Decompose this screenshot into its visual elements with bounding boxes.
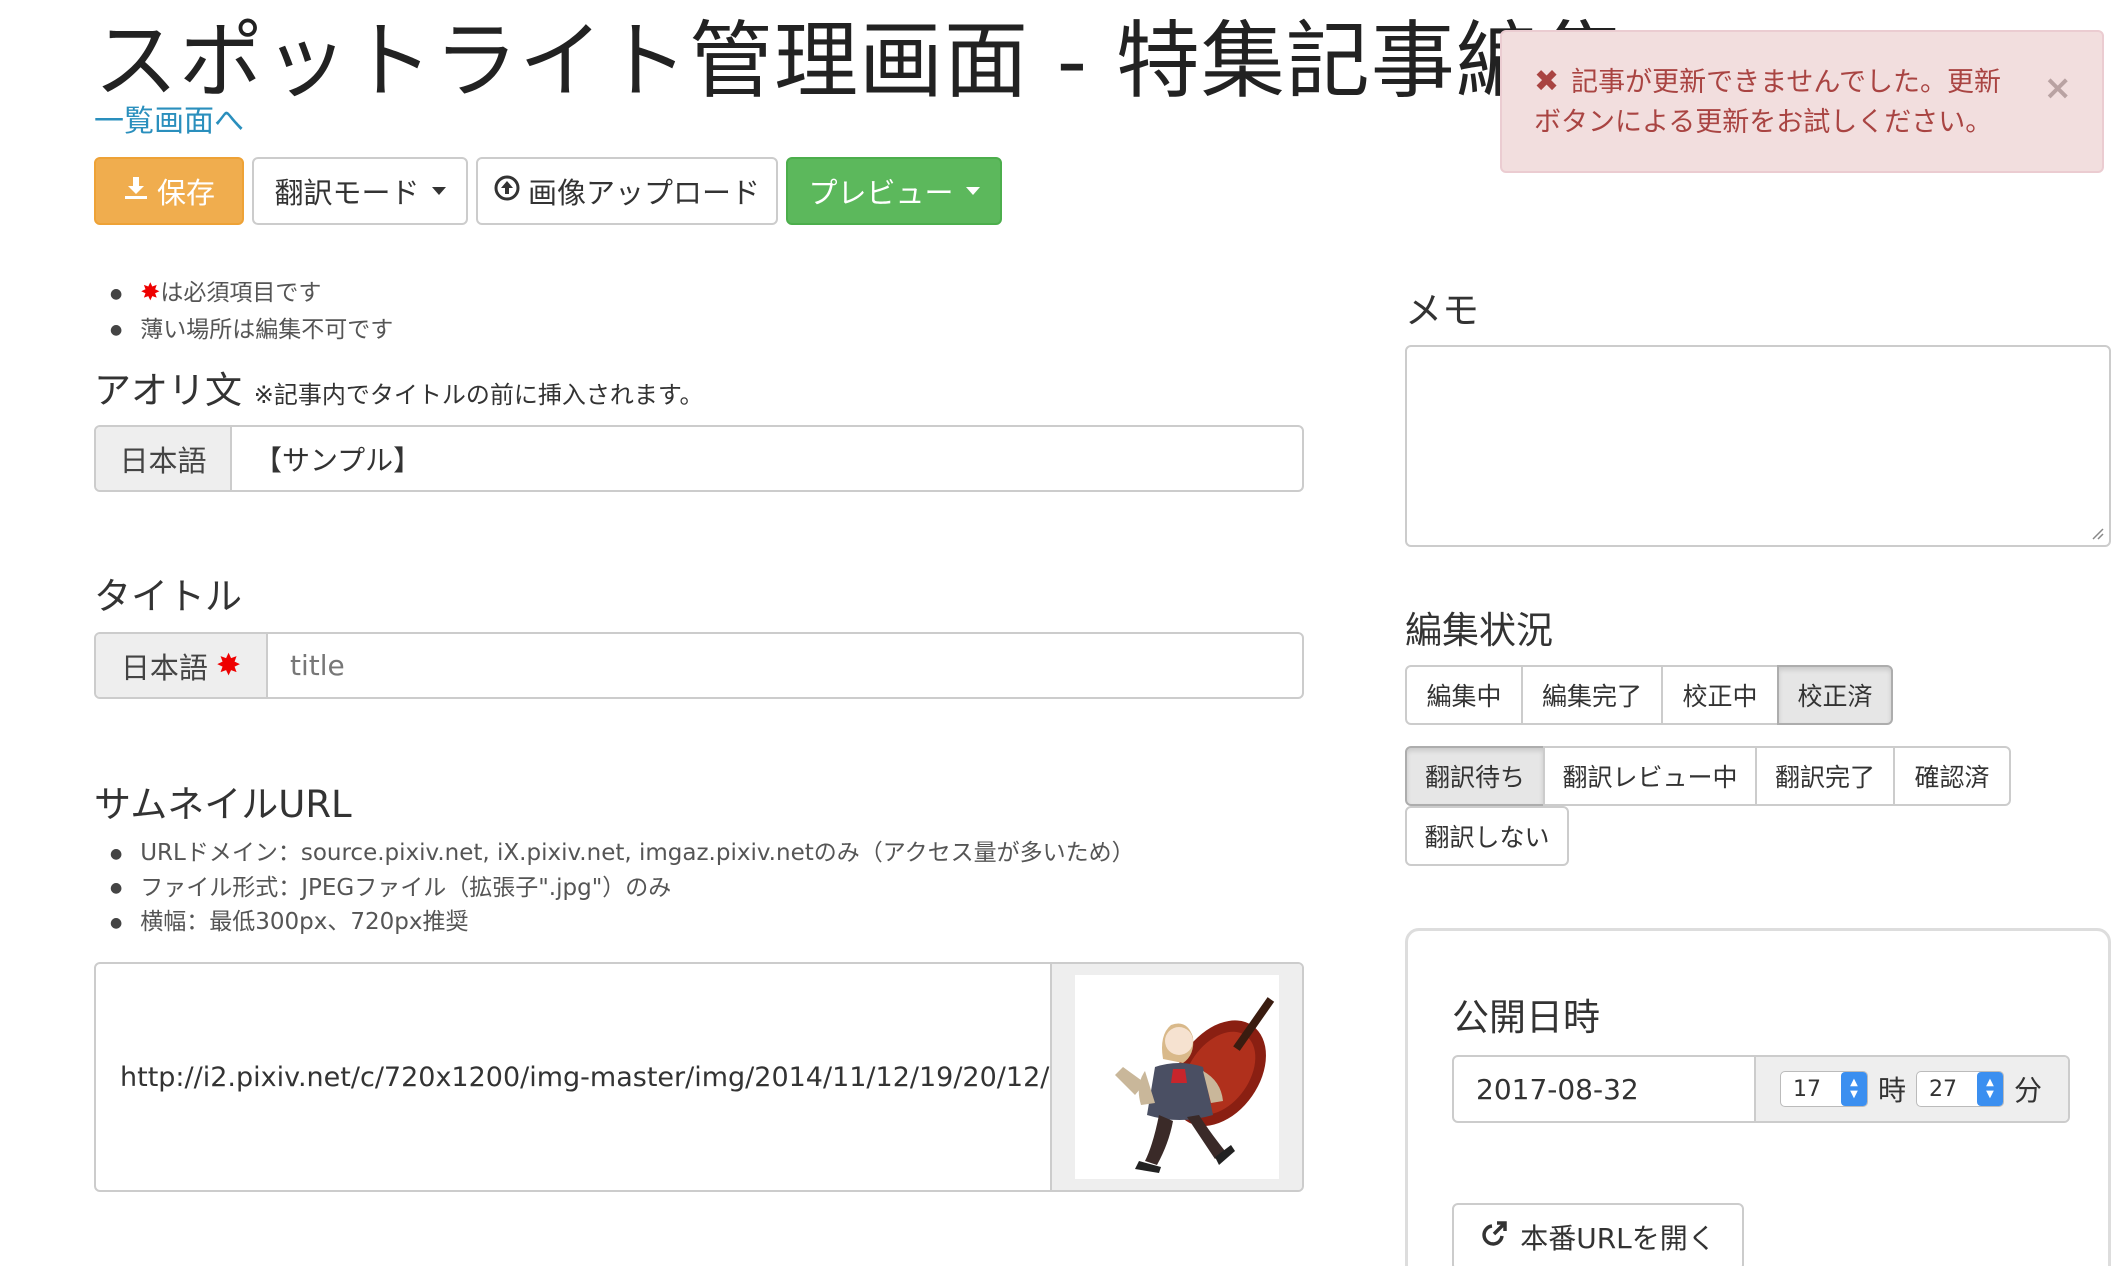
page-title: スポットライト管理画面 - 特集記事編集 — [94, 12, 1626, 110]
required-star-icon: ✸ — [140, 278, 161, 306]
title-input[interactable]: title — [268, 634, 1302, 697]
status-editing-button[interactable]: 編集中 — [1405, 665, 1523, 725]
translate-mode-dropdown[interactable]: 翻訳モード — [252, 157, 468, 225]
error-alert: ✖ 記事が更新できませんでした。更新ボタンによる更新をお試しください。 × — [1500, 30, 2104, 173]
publish-time: 17 ▲ ▼ 時 27 ▲ ▼ 分 — [1756, 1057, 2068, 1121]
required-star-icon: ✸ — [215, 648, 242, 683]
hour-unit: 時 — [1878, 1074, 1907, 1107]
title-heading: タイトル — [94, 575, 242, 618]
back-to-list-link[interactable]: 一覧画面へ — [94, 96, 244, 140]
preview-label: プレビュー — [808, 176, 954, 210]
caret-down-icon — [431, 187, 446, 195]
error-x-icon: ✖ — [1534, 64, 1560, 99]
aori-note: ※記事内でタイトルの前に挿入されます。 — [253, 381, 704, 409]
status-confirmed-button[interactable]: 確認済 — [1893, 746, 2011, 806]
status-no-translation-button[interactable]: 翻訳しない — [1405, 806, 1569, 866]
hour-value: 17 — [1793, 1076, 1821, 1102]
stepper-arrows-icon[interactable]: ▲ ▼ — [1841, 1072, 1867, 1106]
alert-message: 記事が更新できませんでした。更新ボタンによる更新をお試しください。 — [1534, 67, 2001, 138]
list-item: 薄い場所は編集不可です — [110, 312, 393, 349]
memo-heading: メモ — [1405, 289, 1479, 332]
thumbnail-rules: URLドメイン：source.pixiv.net, iX.pixiv.net, … — [110, 836, 1135, 940]
title-input-group: 日本語 ✸ title — [94, 632, 1304, 699]
thumbnail-input-group: http://i2.pixiv.net/c/720x1200/img-maste… — [94, 962, 1304, 1192]
open-production-url-button[interactable]: 本番URLを開く — [1452, 1203, 1744, 1266]
thumbnail-heading: サムネイルURL — [94, 783, 352, 826]
thumbnail-preview — [1050, 964, 1302, 1190]
list-item: ファイル形式：JPEGファイル（拡張子".jpg"）のみ — [110, 871, 1135, 906]
thumbnail-image — [1075, 975, 1279, 1179]
save-button[interactable]: 保存 — [94, 157, 244, 225]
editing-status-group: 編集中 編集完了 校正中 校正済 — [1405, 665, 1893, 725]
toolbar: 保存 翻訳モード 画像アップロード プレビュー — [94, 157, 1002, 225]
minute-value: 27 — [1929, 1076, 1958, 1102]
status-translation-waiting-button[interactable]: 翻訳待ち — [1405, 746, 1545, 806]
publish-datetime-group: 2017-08-32 17 ▲ ▼ 時 27 ▲ ▼ 分 — [1452, 1055, 2070, 1123]
hour-stepper[interactable]: 17 ▲ ▼ — [1780, 1071, 1868, 1107]
aori-input[interactable]: 【サンプル】 — [232, 427, 1302, 490]
language-addon: 日本語 — [96, 427, 232, 490]
open-url-label: 本番URLを開く — [1520, 1222, 1716, 1255]
image-upload-button[interactable]: 画像アップロード — [476, 157, 778, 225]
translate-mode-label: 翻訳モード — [274, 176, 420, 210]
thumbnail-url-input[interactable]: http://i2.pixiv.net/c/720x1200/img-maste… — [96, 964, 1050, 1190]
image-upload-label: 画像アップロード — [528, 176, 761, 210]
list-item: 横幅：最低300px、720px推奨 — [110, 905, 1135, 940]
translation-status-group: 翻訳待ち 翻訳レビュー中 翻訳完了 確認済 — [1405, 746, 2011, 806]
form-notes: ✸は必須項目です 薄い場所は編集不可です — [110, 274, 393, 348]
download-icon — [123, 174, 149, 208]
publish-panel: 公開日時 2017-08-32 17 ▲ ▼ 時 27 ▲ ▼ 分 本番URLを開く — [1405, 928, 2111, 1266]
aori-input-group: 日本語 【サンプル】 — [94, 425, 1304, 492]
save-label: 保存 — [156, 176, 215, 210]
aori-heading: アオリ文 ※記事内でタイトルの前に挿入されます。 — [94, 369, 704, 412]
memo-textarea[interactable] — [1405, 345, 2111, 547]
upload-circle-icon — [494, 174, 520, 208]
minute-stepper[interactable]: 27 ▲ ▼ — [1916, 1071, 2005, 1107]
caret-down-icon — [965, 187, 980, 195]
status-proofread-done-button[interactable]: 校正済 — [1777, 665, 1893, 725]
no-translation-group: 翻訳しない — [1405, 806, 1569, 866]
list-item: ✸は必須項目です — [110, 274, 393, 312]
resize-handle-icon[interactable] — [2091, 527, 2105, 541]
edit-status-heading: 編集状況 — [1405, 609, 1553, 652]
publish-heading: 公開日時 — [1452, 996, 1600, 1039]
stepper-arrows-icon[interactable]: ▲ ▼ — [1977, 1072, 2004, 1106]
status-proofreading-button[interactable]: 校正中 — [1661, 665, 1779, 725]
minute-unit: 分 — [2014, 1074, 2043, 1107]
close-icon[interactable]: × — [2044, 68, 2073, 108]
status-edit-done-button[interactable]: 編集完了 — [1521, 665, 1663, 725]
status-translation-done-button[interactable]: 翻訳完了 — [1755, 746, 1895, 806]
preview-dropdown[interactable]: プレビュー — [786, 157, 1002, 225]
external-link-icon — [1480, 1220, 1508, 1255]
list-item: URLドメイン：source.pixiv.net, iX.pixiv.net, … — [110, 836, 1134, 871]
language-addon: 日本語 ✸ — [96, 634, 268, 697]
publish-date-input[interactable]: 2017-08-32 — [1454, 1057, 1756, 1121]
status-translation-review-button[interactable]: 翻訳レビュー中 — [1543, 746, 1757, 806]
